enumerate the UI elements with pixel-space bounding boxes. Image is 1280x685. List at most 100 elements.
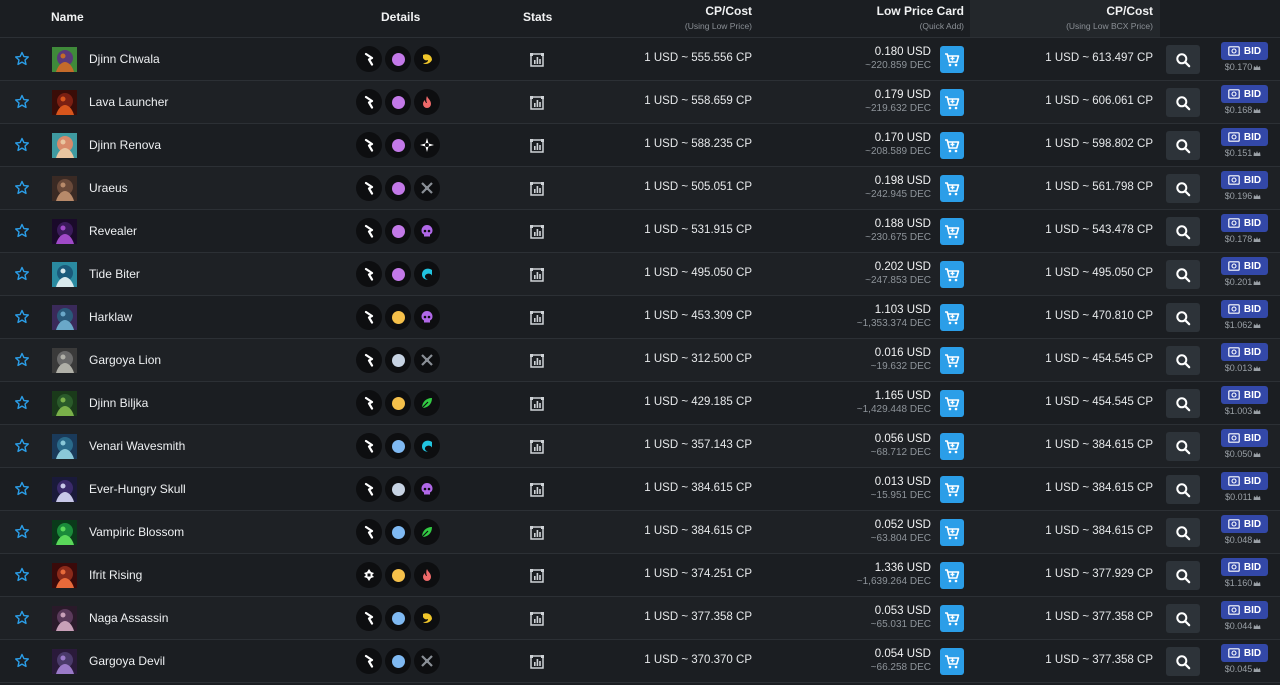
search-button[interactable] [1166,45,1200,74]
stats-chart-icon[interactable] [529,52,545,68]
favorite-star-icon[interactable] [14,610,30,626]
search-button[interactable] [1166,475,1200,504]
low-price-usd: 1.336 USD [874,562,931,574]
card-name[interactable]: Gargoya Lion [89,353,161,367]
bid-button[interactable]: BID [1221,85,1268,103]
bid-button[interactable]: BID [1221,257,1268,275]
stats-chart-icon[interactable] [529,525,545,541]
favorite-star-icon[interactable] [14,180,30,196]
favorite-star-icon[interactable] [14,395,30,411]
stats-chart-icon[interactable] [529,181,545,197]
bid-button[interactable]: BID [1221,343,1268,361]
header-low-price[interactable]: Low Price Card [820,4,964,18]
add-to-cart-button[interactable] [940,89,964,116]
card-name[interactable]: Venari Wavesmith [89,439,185,453]
card-name[interactable]: Lava Launcher [89,95,168,109]
stats-chart-icon[interactable] [529,95,545,111]
stats-chart-icon[interactable] [529,224,545,240]
card-name[interactable]: Tide Biter [89,267,140,281]
card-name[interactable]: Harklaw [89,310,132,324]
stats-chart-icon[interactable] [529,439,545,455]
bid-button[interactable]: BID [1221,42,1268,60]
bid-button[interactable]: BID [1221,601,1268,619]
card-name[interactable]: Revealer [89,224,137,238]
favorite-star-icon[interactable] [14,94,30,110]
search-button[interactable] [1166,389,1200,418]
bid-button[interactable]: BID [1221,558,1268,576]
search-button[interactable] [1166,647,1200,676]
search-button[interactable] [1166,561,1200,590]
add-to-cart-button[interactable] [940,519,964,546]
card-name[interactable]: Uraeus [89,181,128,195]
favorite-star-icon[interactable] [14,309,30,325]
stats-chart-icon[interactable] [529,138,545,154]
bid-button[interactable]: BID [1221,214,1268,232]
cart-icon [944,95,960,111]
add-to-cart-button[interactable] [940,605,964,632]
bid-button[interactable]: BID [1221,515,1268,533]
stats-chart-icon[interactable] [529,396,545,412]
bid-button[interactable]: BID [1221,644,1268,662]
add-to-cart-button[interactable] [940,175,964,202]
search-button[interactable] [1166,604,1200,633]
stats-chart-icon[interactable] [529,568,545,584]
add-to-cart-button[interactable] [940,648,964,675]
add-to-cart-button[interactable] [940,261,964,288]
header-cp-cost-bcx[interactable]: CP/Cost [980,4,1153,18]
favorite-star-icon[interactable] [14,266,30,282]
stats-chart-icon[interactable] [529,482,545,498]
search-button[interactable] [1166,260,1200,289]
search-button[interactable] [1166,217,1200,246]
add-to-cart-button[interactable] [940,304,964,331]
card-name[interactable]: Djinn Chwala [89,52,160,66]
add-to-cart-button[interactable] [940,476,964,503]
search-button[interactable] [1166,432,1200,461]
add-to-cart-button[interactable] [940,562,964,589]
card-name[interactable]: Naga Assassin [89,611,168,625]
favorite-star-icon[interactable] [14,51,30,67]
header-name[interactable]: Name [51,10,84,24]
table-row: Lava Launcher 1 USD ~ 558.659 CP 0.179 U… [0,81,1280,124]
search-button[interactable] [1166,518,1200,547]
card-name[interactable]: Vampiric Blossom [89,525,184,539]
card-name[interactable]: Gargoya Devil [89,654,165,668]
favorite-star-icon[interactable] [14,223,30,239]
favorite-star-icon[interactable] [14,438,30,454]
cart-icon [944,396,960,412]
bid-button[interactable]: BID [1221,386,1268,404]
favorite-star-icon[interactable] [14,567,30,583]
card-name[interactable]: Djinn Renova [89,138,161,152]
bid-button[interactable]: BID [1221,429,1268,447]
search-button[interactable] [1166,303,1200,332]
bid-button[interactable]: BID [1221,300,1268,318]
favorite-star-icon[interactable] [14,352,30,368]
stats-chart-icon[interactable] [529,654,545,670]
add-to-cart-button[interactable] [940,433,964,460]
stats-chart-icon[interactable] [529,267,545,283]
bid-button[interactable]: BID [1221,171,1268,189]
stats-chart-icon[interactable] [529,611,545,627]
add-to-cart-button[interactable] [940,347,964,374]
bid-button[interactable]: BID [1221,128,1268,146]
bid-button[interactable]: BID [1221,472,1268,490]
card-name[interactable]: Djinn Biljka [89,396,148,410]
bid-icon [1228,648,1240,658]
search-button[interactable] [1166,174,1200,203]
stats-chart-icon[interactable] [529,353,545,369]
favorite-star-icon[interactable] [14,137,30,153]
add-to-cart-button[interactable] [940,218,964,245]
search-button[interactable] [1166,346,1200,375]
favorite-star-icon[interactable] [14,481,30,497]
add-to-cart-button[interactable] [940,46,964,73]
favorite-star-icon[interactable] [14,653,30,669]
search-button[interactable] [1166,131,1200,160]
stats-chart-icon[interactable] [529,310,545,326]
header-cp-cost[interactable]: CP/Cost [600,4,752,18]
add-to-cart-button[interactable] [940,132,964,159]
cp-cost-low-price: 1 USD ~ 312.500 CP [644,353,752,365]
favorite-star-icon[interactable] [14,524,30,540]
search-button[interactable] [1166,88,1200,117]
add-to-cart-button[interactable] [940,390,964,417]
card-name[interactable]: Ifrit Rising [89,568,142,582]
card-name[interactable]: Ever-Hungry Skull [89,482,186,496]
